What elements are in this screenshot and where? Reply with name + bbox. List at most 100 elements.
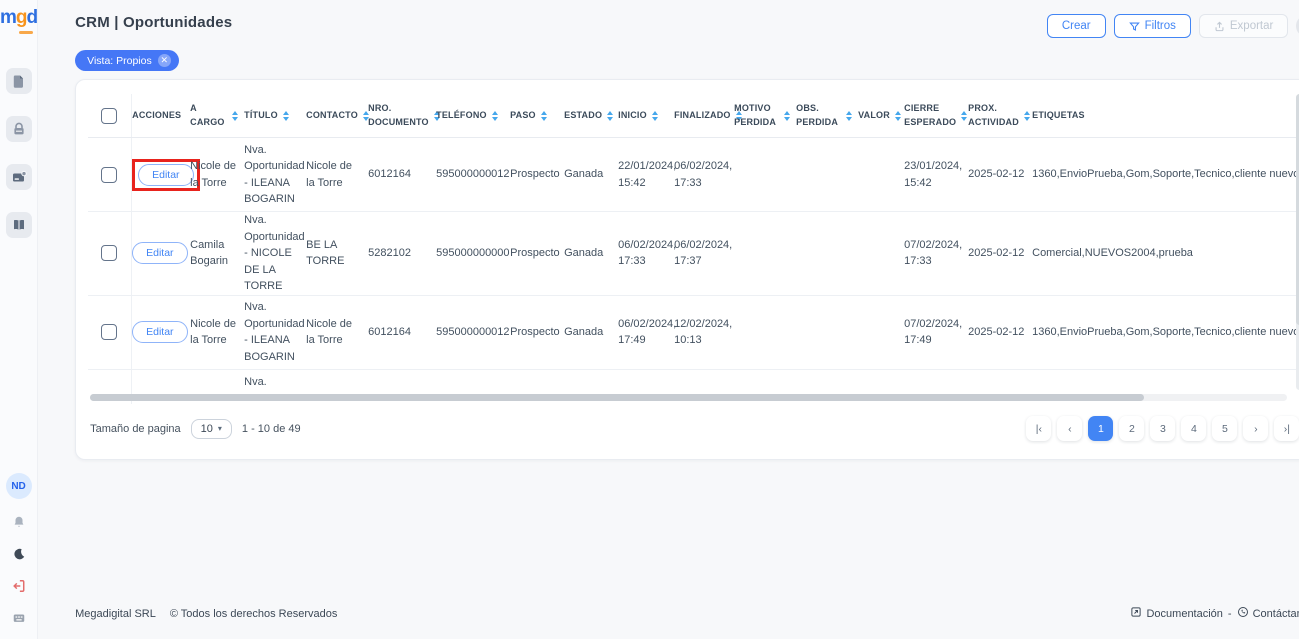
sort-arrows-icon[interactable]: [541, 111, 547, 121]
cell-inicio: 06/02/2024, 17:33: [618, 237, 674, 270]
cell-titulo: Nva. Oportunidad - ILEANA BOGARIN: [244, 299, 306, 365]
column-header-valor[interactable]: VALOR: [858, 109, 904, 123]
lock-icon: [11, 121, 27, 137]
sort-arrows-icon[interactable]: [895, 111, 901, 121]
pagination-bar: Tamaño de pagina 10 ▾ 1 - 10 de 49 |‹ ‹ …: [88, 404, 1299, 453]
editar-button[interactable]: Editar: [132, 242, 187, 264]
editar-button[interactable]: Editar: [132, 321, 187, 343]
cell-text-telefono: 595000000000: [436, 247, 509, 259]
last-page-button[interactable]: ›|: [1274, 416, 1299, 441]
pager-buttons: |‹ ‹ 12345 › ›|: [1026, 416, 1299, 441]
sort-arrows-icon[interactable]: [784, 111, 790, 121]
horizontal-scrollbar[interactable]: [90, 394, 1287, 401]
page-button-1[interactable]: 1: [1088, 416, 1113, 441]
column-header-a_cargo[interactable]: A CARGO: [190, 102, 244, 129]
exportar-button[interactable]: Exportar: [1199, 14, 1288, 38]
cell-text-cierre_esperado: 07/02/2024, 17:33: [904, 239, 962, 268]
cell-inicio: [618, 370, 674, 374]
column-label: TELÉFONO: [436, 109, 487, 123]
sort-arrows-icon[interactable]: [961, 111, 967, 121]
editar-button[interactable]: Editar: [138, 164, 193, 186]
logout-button[interactable]: [10, 579, 28, 597]
page-button-5[interactable]: 5: [1212, 416, 1237, 441]
row-checkbox[interactable]: [101, 324, 117, 340]
cell-estado: Ganada: [564, 324, 618, 341]
crear-button[interactable]: Crear: [1047, 14, 1106, 38]
row-checkbox[interactable]: [101, 167, 117, 183]
cell-telefono: 595000000012: [436, 324, 510, 341]
dark-mode-toggle[interactable]: [10, 547, 28, 565]
column-header-titulo[interactable]: TÍTULO: [244, 109, 306, 123]
column-header-contacto[interactable]: CONTACTO: [306, 109, 368, 123]
sort-arrows-icon[interactable]: [1024, 111, 1030, 121]
cell-contacto: BE LA TORRE: [306, 237, 368, 270]
notifications-button[interactable]: [10, 515, 28, 533]
app-logo[interactable]: mgd: [0, 8, 37, 27]
sidebar-item-catalog[interactable]: [6, 212, 32, 238]
filtros-button[interactable]: Filtros: [1114, 14, 1191, 38]
filter-funnel-icon: [1129, 21, 1140, 32]
column-header-nro_documento[interactable]: NRO. DOCUMENTO: [368, 102, 436, 129]
documentation-link[interactable]: Documentación: [1130, 606, 1222, 621]
column-header-estado[interactable]: ESTADO: [564, 109, 618, 123]
chip-close-icon[interactable]: ✕: [158, 54, 171, 67]
next-page-button[interactable]: ›: [1243, 416, 1268, 441]
cell-text-etiquetas: 1360,EnvioPrueba,Gom,Soporte,Tecnico,cli…: [1032, 326, 1299, 338]
column-label: A CARGO: [190, 102, 227, 129]
column-header-finalizado[interactable]: FINALIZADO: [674, 109, 734, 123]
select-all-checkbox[interactable]: [101, 108, 117, 124]
cell-paso: Prospecto: [510, 245, 564, 262]
cell-titulo: Nva. Oportunidad - ILEANA BOGARIN: [244, 142, 306, 208]
row-select-cell: [88, 138, 132, 211]
cell-acciones: [132, 370, 190, 374]
page-size-value: 10: [201, 423, 213, 435]
column-header-prox_actividad[interactable]: PROX. ACTIVIDAD: [968, 102, 1032, 129]
logo-sub-mark: [19, 31, 33, 34]
sort-arrows-icon[interactable]: [607, 111, 613, 121]
cell-text-finalizado: 06/02/2024, 17:37: [674, 239, 732, 268]
column-header-cierre_esperado[interactable]: CIERRE ESPERADO: [904, 102, 968, 129]
column-header-motivo_perdida[interactable]: MOTIVO PERDIDA: [734, 102, 796, 129]
logo-letter-g: g: [16, 7, 27, 28]
column-label: INICIO: [618, 109, 647, 123]
cell-text-titulo: Nva. Oportunidad - NICOLE DE LA TORRE: [244, 214, 305, 292]
column-header-inicio[interactable]: INICIO: [618, 109, 674, 123]
sidebar-item-security[interactable]: [6, 116, 32, 142]
sidebar-item-cards[interactable]: [6, 164, 32, 190]
row-checkbox[interactable]: [101, 245, 117, 261]
column-header-obs_perdida[interactable]: OBS. PERDIDA: [796, 102, 858, 129]
cell-text-telefono: 595000000012: [436, 326, 509, 338]
cell-text-cierre_esperado: 07/02/2024, 17:49: [904, 318, 962, 347]
page-size-select[interactable]: 10 ▾: [191, 419, 232, 439]
cell-nro_documento: 6012164: [368, 166, 436, 183]
prev-page-button[interactable]: ‹: [1057, 416, 1082, 441]
column-header-paso[interactable]: PASO: [510, 109, 564, 123]
cell-text-nro_documento: 6012164: [368, 168, 411, 180]
pagination-range: 1 - 10 de 49: [242, 423, 301, 435]
cell-nro_documento: 6012164: [368, 324, 436, 341]
page-button-2[interactable]: 2: [1119, 416, 1144, 441]
cell-paso: Prospecto: [510, 324, 564, 341]
sidebar-item-documents[interactable]: [6, 68, 32, 94]
contact-link[interactable]: Contáctanos: [1237, 606, 1299, 621]
column-label: NRO. DOCUMENTO: [368, 102, 429, 129]
footer: Megadigital SRL © Todos los derechos Res…: [75, 606, 1299, 621]
sort-arrows-icon[interactable]: [652, 111, 658, 121]
cell-text-titulo: Nva. Oportunidad - ILEANA BOGARIN: [244, 144, 305, 206]
shortcuts-button[interactable]: [10, 611, 28, 629]
page-button-4[interactable]: 4: [1181, 416, 1206, 441]
first-page-button[interactable]: |‹: [1026, 416, 1051, 441]
cell-prox_actividad: 2025-02-12: [968, 245, 1032, 262]
cell-text-nro_documento: 6012164: [368, 326, 411, 338]
page-button-3[interactable]: 3: [1150, 416, 1175, 441]
column-label: OBS. PERDIDA: [796, 102, 841, 129]
cell-text-prox_actividad: 2025-02-12: [968, 326, 1024, 338]
sort-arrows-icon[interactable]: [846, 111, 852, 121]
sort-arrows-icon[interactable]: [283, 111, 289, 121]
user-avatar[interactable]: ND: [6, 473, 32, 499]
horizontal-scrollbar-thumb[interactable]: [90, 394, 1144, 401]
sort-arrows-icon[interactable]: [492, 111, 498, 121]
column-header-telefono[interactable]: TELÉFONO: [436, 109, 510, 123]
cell-finalizado: 06/02/2024, 17:33: [674, 158, 734, 191]
sort-arrows-icon[interactable]: [232, 111, 238, 121]
